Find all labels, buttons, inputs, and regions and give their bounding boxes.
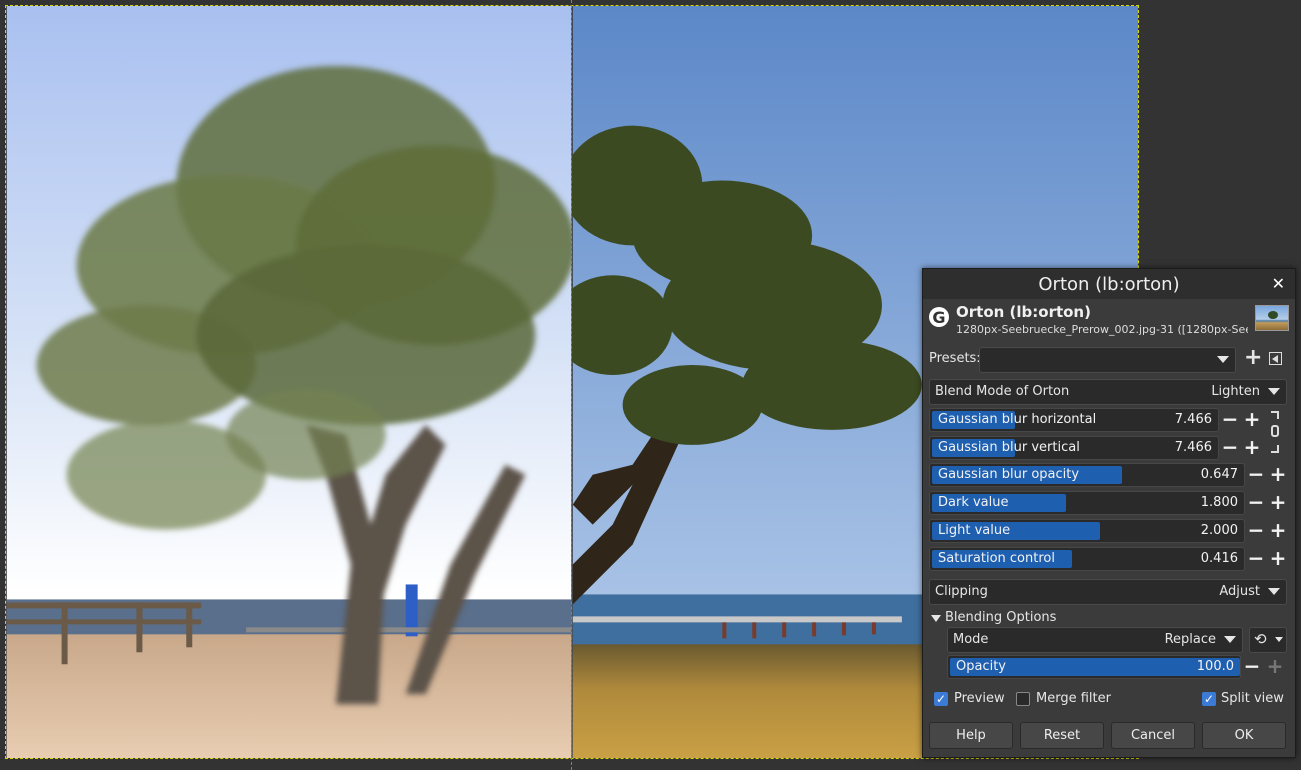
blend-mode-label: Blend Mode of Orton bbox=[935, 384, 1070, 399]
slider-decrease-button[interactable]: − bbox=[1221, 437, 1239, 459]
presets-label: Presets: bbox=[929, 351, 981, 366]
split-view-checkbox[interactable]: ✓ bbox=[1202, 692, 1216, 706]
slider-4[interactable]: Light value 2.000 bbox=[929, 519, 1245, 543]
add-preset-icon[interactable]: + bbox=[1244, 346, 1262, 370]
slider-decrease-button[interactable]: − bbox=[1247, 492, 1265, 514]
slider-label: Gaussian blur vertical bbox=[938, 440, 1080, 455]
opacity-increase-button[interactable]: + bbox=[1266, 656, 1284, 678]
slider-increase-button[interactable]: + bbox=[1269, 464, 1287, 486]
filter-name: Orton (lb:orton) bbox=[956, 303, 1091, 321]
chevron-down-icon bbox=[1268, 388, 1280, 395]
help-button[interactable]: Help bbox=[929, 722, 1013, 749]
slider-increase-button[interactable]: + bbox=[1269, 492, 1287, 514]
dialog-titlebar[interactable]: Orton (lb:orton) ✕ bbox=[923, 269, 1295, 299]
slider-3[interactable]: Dark value 1.800 bbox=[929, 491, 1245, 515]
opacity-decrease-button[interactable]: − bbox=[1243, 656, 1261, 678]
reset-mode-icon: ⟲ bbox=[1254, 630, 1267, 648]
preset-menu-icon[interactable] bbox=[1269, 352, 1282, 365]
slider-value: 7.466 bbox=[1174, 412, 1212, 427]
presets-row: Presets: + bbox=[929, 346, 1289, 373]
clipping-combo[interactable]: Clipping Adjust bbox=[929, 579, 1287, 605]
chevron-down-icon bbox=[1268, 588, 1280, 595]
mode-label: Mode bbox=[953, 632, 989, 647]
slider-5[interactable]: Saturation control 0.416 bbox=[929, 547, 1245, 571]
expander-triangle-icon bbox=[931, 615, 941, 622]
slider-increase-button[interactable]: + bbox=[1269, 520, 1287, 542]
slider-value: 0.647 bbox=[1200, 467, 1238, 482]
split-view-guide[interactable] bbox=[571, 0, 572, 770]
slider-2[interactable]: Gaussian blur opacity 0.647 bbox=[929, 463, 1245, 487]
image-thumbnail bbox=[1255, 305, 1289, 331]
opacity-label: Opacity bbox=[956, 659, 1007, 674]
filter-header: G Orton (lb:orton) 1280px-Seebruecke_Pre… bbox=[923, 299, 1295, 339]
slider-label: Dark value bbox=[938, 495, 1009, 510]
chain-link-icon[interactable] bbox=[1271, 411, 1283, 453]
slider-decrease-button[interactable]: − bbox=[1247, 548, 1265, 570]
slider-value: 7.466 bbox=[1174, 440, 1212, 455]
filtered-image-half bbox=[6, 6, 572, 758]
slider-label: Gaussian blur horizontal bbox=[938, 412, 1097, 427]
slider-decrease-button[interactable]: − bbox=[1221, 409, 1239, 431]
mode-reset-combo[interactable]: ⟲ bbox=[1249, 627, 1287, 653]
slider-value: 2.000 bbox=[1200, 523, 1238, 538]
preview-label: Preview bbox=[954, 691, 1005, 706]
clipping-label: Clipping bbox=[935, 584, 988, 599]
mode-value: Replace bbox=[1164, 632, 1216, 647]
slider-value: 0.416 bbox=[1200, 551, 1238, 566]
slider-1[interactable]: Gaussian blur vertical 7.466 bbox=[929, 436, 1219, 460]
opacity-slider[interactable]: Opacity 100.0 bbox=[947, 655, 1241, 679]
slider-label: Light value bbox=[938, 523, 1011, 538]
reset-button[interactable]: Reset bbox=[1020, 722, 1104, 749]
dialog-title: Orton (lb:orton) bbox=[1038, 274, 1180, 295]
slider-increase-button[interactable]: + bbox=[1243, 409, 1261, 431]
close-icon[interactable]: ✕ bbox=[1272, 274, 1285, 293]
presets-combo[interactable] bbox=[979, 347, 1236, 373]
slider-increase-button[interactable]: + bbox=[1269, 548, 1287, 570]
orton-filter-dialog: Orton (lb:orton) ✕ G Orton (lb:orton) 12… bbox=[922, 268, 1296, 758]
opacity-value: 100.0 bbox=[1196, 659, 1234, 674]
preview-checkbox[interactable]: ✓ bbox=[934, 692, 948, 706]
slider-increase-button[interactable]: + bbox=[1243, 437, 1261, 459]
merge-filter-label: Merge filter bbox=[1036, 691, 1111, 706]
blending-options-expander[interactable]: Blending Options bbox=[931, 609, 1131, 629]
slider-decrease-button[interactable]: − bbox=[1247, 520, 1265, 542]
slider-decrease-button[interactable]: − bbox=[1247, 464, 1265, 486]
blend-mode-value: Lighten bbox=[1211, 384, 1260, 399]
image-name: 1280px-Seebruecke_Prerow_002.jpg-31 ([12… bbox=[956, 323, 1248, 336]
slider-label: Gaussian blur opacity bbox=[938, 467, 1080, 482]
merge-filter-checkbox[interactable] bbox=[1016, 692, 1030, 706]
slider-value: 1.800 bbox=[1200, 495, 1238, 510]
slider-label: Saturation control bbox=[938, 551, 1055, 566]
clipping-value: Adjust bbox=[1219, 584, 1260, 599]
split-view-label: Split view bbox=[1221, 691, 1284, 706]
chevron-down-icon bbox=[1217, 356, 1229, 363]
blend-mode-combo[interactable]: Blend Mode of Orton Lighten bbox=[929, 379, 1287, 405]
blending-options-label: Blending Options bbox=[945, 610, 1057, 625]
cancel-button[interactable]: Cancel bbox=[1111, 722, 1195, 749]
slider-0[interactable]: Gaussian blur horizontal 7.466 bbox=[929, 408, 1219, 432]
mode-combo[interactable]: Mode Replace bbox=[947, 627, 1243, 653]
gimp-logo-icon: G bbox=[929, 307, 949, 327]
ok-button[interactable]: OK bbox=[1202, 722, 1286, 749]
chevron-down-icon bbox=[1224, 636, 1236, 643]
